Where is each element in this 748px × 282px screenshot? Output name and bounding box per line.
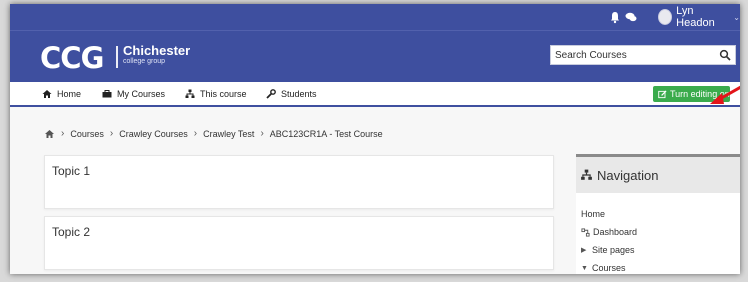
logo-ccg[interactable]: CCG xyxy=(40,41,104,75)
logo-name: Chichester xyxy=(123,43,191,58)
user-menu[interactable]: Lyn Headon ⌄ xyxy=(658,5,740,29)
nav-block-item-site-pages[interactable]: ▶ Site pages xyxy=(581,243,635,257)
chevron-right-icon: › xyxy=(193,128,198,139)
edit-icon xyxy=(658,89,667,98)
nav-block-item-label: Dashboard xyxy=(593,227,638,237)
nav-home-label: Home xyxy=(57,89,82,99)
logo-divider xyxy=(116,46,118,68)
browser-viewport: Lyn Headon ⌄ CCG Chichester college grou… xyxy=(10,4,740,274)
nav-my-courses[interactable]: My Courses xyxy=(102,87,165,101)
topic-title[interactable]: Topic 2 xyxy=(52,225,90,239)
nav-my-courses-label: My Courses xyxy=(117,89,166,99)
sitemap-icon xyxy=(581,169,592,180)
search-box xyxy=(550,45,736,65)
home-icon[interactable] xyxy=(44,129,55,139)
navigation-block: Navigation Home Dashboard ▶ Site pages ▼… xyxy=(576,154,740,274)
topic-section: Topic 2 xyxy=(44,216,554,270)
nav-block-item-label: Home xyxy=(581,209,606,219)
primary-nav: Home My Courses This course Students Tur… xyxy=(10,82,740,107)
breadcrumb-courses[interactable]: Courses xyxy=(70,129,104,139)
nav-students-label: Students xyxy=(281,89,317,99)
topic-title[interactable]: Topic 1 xyxy=(52,164,90,178)
chevron-right-icon: › xyxy=(109,128,114,139)
courses-icon xyxy=(102,90,112,98)
nav-block-item-dashboard[interactable]: Dashboard xyxy=(581,225,637,239)
breadcrumb: › Courses › Crawley Courses › Crawley Te… xyxy=(44,128,383,139)
nav-block-item-courses[interactable]: ▼ Courses xyxy=(581,261,626,274)
breadcrumb-current-course: ABC123CR1A - Test Course xyxy=(269,128,383,139)
chat-bubbles-icon[interactable] xyxy=(624,10,638,24)
breadcrumb-crawley-test[interactable]: Crawley Test xyxy=(203,129,254,139)
nav-students[interactable]: Students xyxy=(266,87,317,101)
nav-this-course[interactable]: This course xyxy=(185,87,247,101)
dashboard-icon xyxy=(581,227,590,237)
search-icon[interactable] xyxy=(719,49,731,61)
site-header: CCG Chichester college group xyxy=(10,30,740,82)
chevron-right-icon: › xyxy=(260,128,264,139)
nav-block-item-label: Courses xyxy=(592,263,626,273)
topic-section: Topic 1 xyxy=(44,155,554,209)
user-name: Lyn Headon xyxy=(676,5,715,29)
nav-home[interactable]: Home xyxy=(42,87,81,101)
navigation-block-title: Navigation xyxy=(597,167,659,183)
chevron-right-icon: › xyxy=(61,128,65,139)
avatar xyxy=(658,9,673,25)
logo-subtitle: college group xyxy=(123,58,166,65)
nav-block-item-label: Site pages xyxy=(592,245,635,255)
breadcrumb-crawley-courses[interactable]: Crawley Courses xyxy=(119,129,188,139)
wrench-icon xyxy=(266,89,276,99)
bell-icon[interactable] xyxy=(608,10,622,24)
search-input[interactable] xyxy=(551,46,719,64)
sitemap-icon xyxy=(185,89,195,98)
chevron-down-icon: ⌄ xyxy=(733,12,740,22)
nav-this-course-label: This course xyxy=(200,89,247,99)
caret-right-icon: ▶ xyxy=(581,247,587,254)
home-icon xyxy=(42,90,52,98)
nav-block-item-home[interactable]: Home xyxy=(581,207,605,221)
caret-down-icon: ▼ xyxy=(581,264,588,272)
navigation-block-header[interactable]: Navigation xyxy=(576,157,740,193)
annotation-arrow-icon xyxy=(710,85,740,104)
top-bar: Lyn Headon ⌄ xyxy=(10,4,740,30)
